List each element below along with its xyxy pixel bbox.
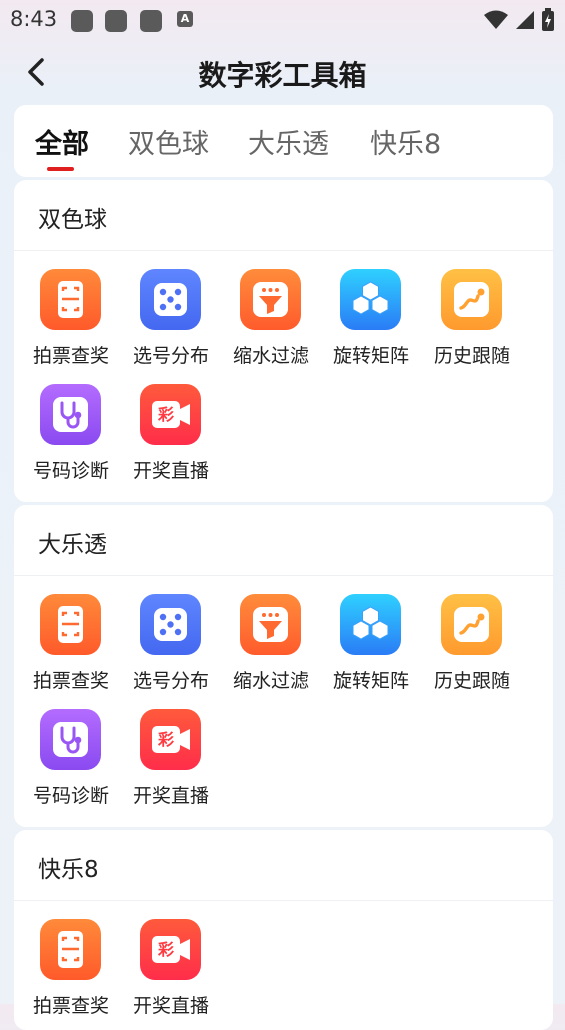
tab-dlt[interactable]: 大乐透: [248, 122, 329, 161]
tool-label: 拍票查奖: [32, 345, 109, 367]
section-title: 大乐透: [38, 532, 107, 558]
tool-label: 缩水过滤: [232, 345, 309, 367]
notification-a-icon: A: [177, 11, 193, 27]
tool-item[interactable]: 旋转矩阵: [321, 269, 421, 379]
trend-line-icon: [441, 594, 502, 655]
tool-label: 开奖直播: [132, 460, 209, 482]
tool-label: 历史跟随: [433, 345, 510, 367]
tool-item[interactable]: 缩水过滤: [221, 269, 321, 379]
tool-item[interactable]: 彩开奖直播: [121, 919, 221, 1029]
trend-line-icon: [441, 269, 502, 330]
tool-label: 旋转矩阵: [332, 345, 409, 367]
page-title: 数字彩工具箱: [198, 59, 367, 92]
tool-item[interactable]: 号码诊断: [21, 384, 121, 494]
svg-text:彩: 彩: [157, 405, 174, 424]
tool-item[interactable]: 号码诊断: [21, 709, 121, 819]
tool-label: 开奖直播: [132, 995, 209, 1017]
video-camera-icon: 彩: [140, 919, 201, 980]
tool-label: 号码诊断: [32, 460, 109, 482]
tool-label: 选号分布: [132, 345, 209, 367]
tool-item[interactable]: 彩开奖直播: [121, 709, 221, 819]
tab-kl8[interactable]: 快乐8: [370, 122, 441, 161]
funnel-icon: [240, 594, 301, 655]
video-camera-icon: 彩: [140, 709, 201, 770]
notification-icon: [105, 10, 127, 32]
svg-text:彩: 彩: [157, 730, 174, 749]
section-divider: [14, 575, 553, 576]
section-divider: [14, 900, 553, 901]
signal-icon: [515, 11, 534, 29]
wifi-icon: [483, 10, 508, 29]
tool-label: 开奖直播: [132, 785, 209, 807]
tool-label: 历史跟随: [433, 670, 510, 692]
tool-item[interactable]: 拍票查奖: [21, 269, 121, 379]
tool-item[interactable]: 旋转矩阵: [321, 594, 421, 704]
video-camera-icon: 彩: [140, 384, 201, 445]
stethoscope-icon: [40, 384, 101, 445]
cubes-icon: [340, 269, 401, 330]
dice-icon: [140, 594, 201, 655]
tool-label: 缩水过滤: [232, 670, 309, 692]
tab-all[interactable]: 全部: [35, 122, 89, 161]
tool-label: 旋转矩阵: [332, 670, 409, 692]
section-divider: [14, 250, 553, 251]
tool-section: 大乐透 拍票查奖 选号分布 缩水过滤 旋转矩阵 历史跟随 号码诊断彩开奖直播: [14, 505, 553, 827]
app-header: 数字彩工具箱: [0, 44, 565, 100]
active-tab-indicator: [47, 167, 74, 171]
tool-item[interactable]: 缩水过滤: [221, 594, 321, 704]
status-bar: 8:43 A: [0, 0, 565, 42]
tool-item[interactable]: 选号分布: [121, 269, 221, 379]
tool-section: 快乐8 拍票查奖彩开奖直播: [14, 830, 553, 1030]
tab-ssq[interactable]: 双色球: [128, 122, 209, 161]
section-title: 双色球: [38, 207, 107, 233]
tool-label: 选号分布: [132, 670, 209, 692]
tool-item[interactable]: 拍票查奖: [21, 919, 121, 1029]
dice-icon: [140, 269, 201, 330]
section-title: 快乐8: [38, 857, 99, 883]
battery-icon: [542, 8, 554, 31]
tool-item[interactable]: 历史跟随: [422, 594, 522, 704]
scan-ticket-icon: [40, 594, 101, 655]
funnel-icon: [240, 269, 301, 330]
scan-ticket-icon: [40, 269, 101, 330]
notification-icon: [71, 10, 93, 32]
tool-item[interactable]: 历史跟随: [422, 269, 522, 379]
tab-bar: 全部 双色球 大乐透 快乐8: [14, 105, 553, 177]
status-time: 8:43: [10, 7, 58, 31]
tool-item[interactable]: 彩开奖直播: [121, 384, 221, 494]
notification-icon: [140, 10, 162, 32]
stethoscope-icon: [40, 709, 101, 770]
tool-label: 拍票查奖: [32, 995, 109, 1017]
tool-item[interactable]: 拍票查奖: [21, 594, 121, 704]
tool-section: 双色球 拍票查奖 选号分布 缩水过滤 旋转矩阵 历史跟随 号码诊断彩开奖直播: [14, 180, 553, 502]
cubes-icon: [340, 594, 401, 655]
tool-label: 拍票查奖: [32, 670, 109, 692]
status-icons: [483, 8, 555, 32]
scan-ticket-icon: [40, 919, 101, 980]
svg-text:彩: 彩: [157, 940, 174, 959]
tool-item[interactable]: 选号分布: [121, 594, 221, 704]
tool-label: 号码诊断: [32, 785, 109, 807]
